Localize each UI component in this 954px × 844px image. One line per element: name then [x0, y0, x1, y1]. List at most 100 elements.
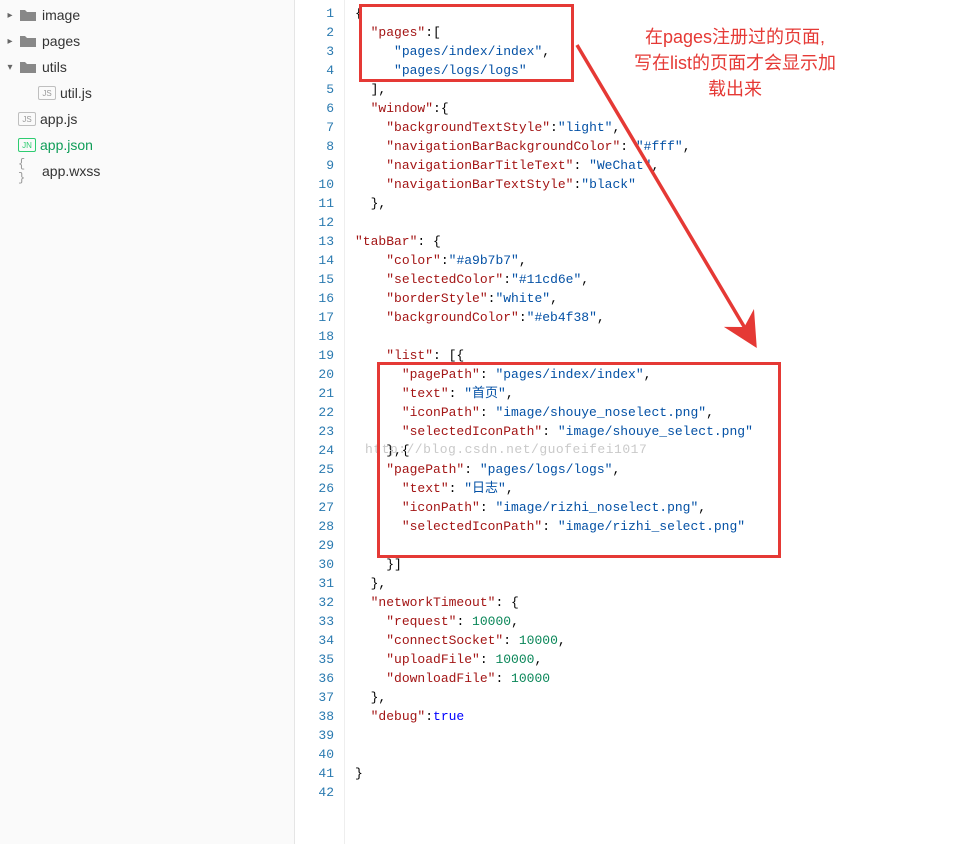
tree-label: app.wxss	[42, 163, 100, 179]
line-number: 9	[295, 156, 334, 175]
tree-label: image	[42, 7, 80, 23]
js-file-icon: JS	[18, 112, 36, 126]
code-line: "navigationBarBackgroundColor": "#fff",	[355, 137, 753, 156]
code-line	[355, 327, 753, 346]
line-number: 14	[295, 251, 334, 270]
line-number: 27	[295, 498, 334, 517]
line-number: 2	[295, 23, 334, 42]
code-line: "uploadFile": 10000,	[355, 650, 753, 669]
code-line: "pages/logs/logs"	[355, 61, 753, 80]
chevron-right-icon: ▸	[4, 9, 16, 21]
folder-icon	[18, 59, 38, 75]
line-number: 19	[295, 346, 334, 365]
tree-label: app.js	[40, 111, 77, 127]
code-line: },	[355, 688, 753, 707]
line-number: 36	[295, 669, 334, 688]
line-number: 20	[295, 365, 334, 384]
line-number: 12	[295, 213, 334, 232]
js-file-icon: JS	[38, 86, 56, 100]
code-line: "navigationBarTextStyle":"black"	[355, 175, 753, 194]
code-line: "backgroundColor":"#eb4f38",	[355, 308, 753, 327]
code-line: "tabBar": {	[355, 232, 753, 251]
tree-label: util.js	[60, 85, 92, 101]
tree-label: pages	[42, 33, 80, 49]
line-number: 39	[295, 726, 334, 745]
code-line: "window":{	[355, 99, 753, 118]
folder-icon	[18, 33, 38, 49]
line-number: 6	[295, 99, 334, 118]
json-file-icon: JN	[18, 138, 36, 152]
code-line: "request": 10000,	[355, 612, 753, 631]
line-number: 3	[295, 42, 334, 61]
code-line: "navigationBarTitleText": "WeChat",	[355, 156, 753, 175]
code-line: "iconPath": "image/shouye_noselect.png",	[355, 403, 753, 422]
code-line: "selectedIconPath": "image/shouye_select…	[355, 422, 753, 441]
line-number: 37	[295, 688, 334, 707]
tree-file-appwxss[interactable]: { } app.wxss	[0, 158, 294, 184]
line-number: 31	[295, 574, 334, 593]
line-number: 15	[295, 270, 334, 289]
code-line: "downloadFile": 10000	[355, 669, 753, 688]
line-number: 33	[295, 612, 334, 631]
code-line: "pagePath": "pages/index/index",	[355, 365, 753, 384]
code-line: "text": "日志",	[355, 479, 753, 498]
line-number: 25	[295, 460, 334, 479]
wxss-file-icon: { }	[18, 163, 38, 179]
line-number: 23	[295, 422, 334, 441]
line-number: 8	[295, 137, 334, 156]
tree-folder-pages[interactable]: ▸ pages	[0, 28, 294, 54]
code-area[interactable]: { "pages":[ "pages/index/index", "pages/…	[345, 0, 753, 844]
line-number: 35	[295, 650, 334, 669]
line-number: 42	[295, 783, 334, 802]
tree-file-utiljs[interactable]: JS util.js	[0, 80, 294, 106]
tree-file-appjs[interactable]: JS app.js	[0, 106, 294, 132]
code-line: "backgroundTextStyle":"light",	[355, 118, 753, 137]
line-number: 10	[295, 175, 334, 194]
line-number: 26	[295, 479, 334, 498]
line-number: 34	[295, 631, 334, 650]
tree-label: utils	[42, 59, 67, 75]
code-line	[355, 783, 753, 802]
tree-folder-image[interactable]: ▸ image	[0, 2, 294, 28]
code-line: "borderStyle":"white",	[355, 289, 753, 308]
line-number: 21	[295, 384, 334, 403]
folder-icon	[18, 7, 38, 23]
line-number: 11	[295, 194, 334, 213]
code-line: "pagePath": "pages/logs/logs",	[355, 460, 753, 479]
code-line	[355, 745, 753, 764]
code-line: "selectedColor":"#11cd6e",	[355, 270, 753, 289]
line-number: 4	[295, 61, 334, 80]
code-editor[interactable]: 1234567891011121314151617181920212223242…	[295, 0, 954, 844]
code-line: ],	[355, 80, 753, 99]
line-number: 24	[295, 441, 334, 460]
code-line: "selectedIconPath": "image/rizhi_select.…	[355, 517, 753, 536]
code-line: "connectSocket": 10000,	[355, 631, 753, 650]
code-line: "text": "首页",	[355, 384, 753, 403]
line-number: 22	[295, 403, 334, 422]
code-line: }	[355, 764, 753, 783]
tree-label: app.json	[40, 137, 93, 153]
line-number: 29	[295, 536, 334, 555]
code-line: }]	[355, 555, 753, 574]
line-number-gutter: 1234567891011121314151617181920212223242…	[295, 0, 345, 844]
line-number: 32	[295, 593, 334, 612]
line-number: 16	[295, 289, 334, 308]
line-number: 38	[295, 707, 334, 726]
tree-file-appjson[interactable]: JN app.json	[0, 132, 294, 158]
code-line: "color":"#a9b7b7",	[355, 251, 753, 270]
line-number: 5	[295, 80, 334, 99]
code-line: "iconPath": "image/rizhi_noselect.png",	[355, 498, 753, 517]
line-number: 28	[295, 517, 334, 536]
line-number: 13	[295, 232, 334, 251]
line-number: 41	[295, 764, 334, 783]
code-line: {	[355, 4, 753, 23]
line-number: 18	[295, 327, 334, 346]
line-number: 30	[295, 555, 334, 574]
line-number: 40	[295, 745, 334, 764]
tree-folder-utils[interactable]: ▾ utils	[0, 54, 294, 80]
code-line: "networkTimeout": {	[355, 593, 753, 612]
code-line: "debug":true	[355, 707, 753, 726]
file-tree: ▸ image ▸ pages ▾ utils JS util.js JS ap…	[0, 0, 295, 844]
code-line	[355, 213, 753, 232]
code-line: "pages/index/index",	[355, 42, 753, 61]
